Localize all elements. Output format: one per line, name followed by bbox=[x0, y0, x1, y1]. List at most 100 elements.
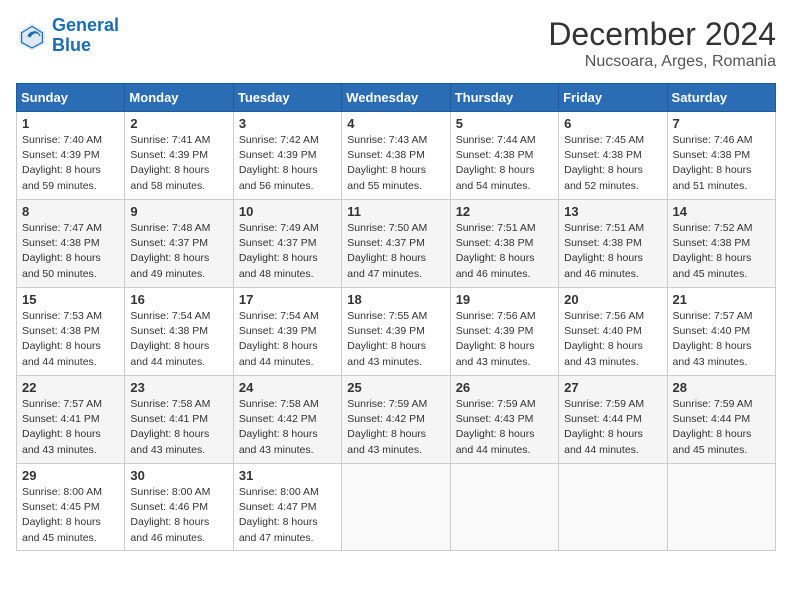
calendar-cell: 13Sunrise: 7:51 AMSunset: 4:38 PMDayligh… bbox=[559, 200, 667, 288]
day-of-week-header: Thursday bbox=[450, 84, 558, 112]
day-info: Sunrise: 7:53 AMSunset: 4:38 PMDaylight:… bbox=[22, 309, 119, 370]
day-number: 25 bbox=[347, 380, 444, 395]
calendar-cell: 23 Sunrise: 7:58 AMSunset: 4:41 PMDayligh… bbox=[125, 376, 233, 464]
day-number: 24 bbox=[239, 380, 336, 395]
calendar-cell bbox=[342, 464, 450, 551]
day-info: Sunrise: 7:41 AMSunset: 4:39 PMDaylight:… bbox=[130, 133, 227, 194]
day-number: 17 bbox=[239, 292, 336, 307]
calendar-cell: 16 Sunrise: 7:54 AMSunset: 4:38 PMDayligh… bbox=[125, 288, 233, 376]
calendar-cell: 25 Sunrise: 7:59 AMSunset: 4:42 PMDayligh… bbox=[342, 376, 450, 464]
day-info: Sunrise: 7:50 AMSunset: 4:37 PMDaylight:… bbox=[347, 221, 444, 282]
day-info: Sunrise: 7:52 AMSunset: 4:38 PMDaylight:… bbox=[673, 221, 770, 282]
calendar-cell: 14 Sunrise: 7:52 AMSunset: 4:38 PMDayligh… bbox=[667, 200, 775, 288]
calendar-cell: 15 Sunrise: 7:53 AMSunset: 4:38 PMDayligh… bbox=[17, 288, 125, 376]
day-info: Sunrise: 7:51 AMSunset: 4:38 PMDaylight:… bbox=[456, 221, 553, 282]
day-number: 16 bbox=[130, 292, 227, 307]
calendar-cell: 19 Sunrise: 7:56 AMSunset: 4:39 PMDayligh… bbox=[450, 288, 558, 376]
day-number: 27 bbox=[564, 380, 661, 395]
calendar-cell: 8Sunrise: 7:47 AMSunset: 4:38 PMDaylight… bbox=[17, 200, 125, 288]
day-number: 18 bbox=[347, 292, 444, 307]
logo-text: General Blue bbox=[52, 16, 119, 56]
day-info: Sunrise: 7:56 AMSunset: 4:39 PMDaylight:… bbox=[456, 309, 553, 370]
day-info: Sunrise: 7:46 AMSunset: 4:38 PMDaylight:… bbox=[673, 133, 770, 194]
day-info: Sunrise: 7:57 AMSunset: 4:41 PMDaylight:… bbox=[22, 397, 119, 458]
day-info: Sunrise: 7:57 AMSunset: 4:40 PMDaylight:… bbox=[673, 309, 770, 370]
day-number: 19 bbox=[456, 292, 553, 307]
day-number: 9 bbox=[130, 204, 227, 219]
day-number: 26 bbox=[456, 380, 553, 395]
day-number: 23 bbox=[130, 380, 227, 395]
calendar-cell: 10 Sunrise: 7:49 AMSunset: 4:37 PMDayligh… bbox=[233, 200, 341, 288]
day-number: 6 bbox=[564, 116, 661, 131]
calendar-cell: 28 Sunrise: 7:59 AMSunset: 4:44 PMDayligh… bbox=[667, 376, 775, 464]
day-number: 31 bbox=[239, 468, 336, 483]
calendar-cell: 27 Sunrise: 7:59 AMSunset: 4:44 PMDayligh… bbox=[559, 376, 667, 464]
calendar-cell: 22Sunrise: 7:57 AMSunset: 4:41 PMDayligh… bbox=[17, 376, 125, 464]
day-info: Sunrise: 7:54 AMSunset: 4:39 PMDaylight:… bbox=[239, 309, 336, 370]
location: Nucsoara, Arges, Romania bbox=[548, 53, 776, 71]
day-number: 30 bbox=[130, 468, 227, 483]
page-header: General Blue December 2024 Nucsoara, Arg… bbox=[16, 16, 776, 71]
day-info: Sunrise: 7:59 AMSunset: 4:44 PMDaylight:… bbox=[564, 397, 661, 458]
day-number: 10 bbox=[239, 204, 336, 219]
day-number: 15 bbox=[22, 292, 119, 307]
calendar-cell: 4 Sunrise: 7:43 AMSunset: 4:38 PMDaylight… bbox=[342, 112, 450, 200]
day-number: 28 bbox=[673, 380, 770, 395]
calendar-header-row: SundayMondayTuesdayWednesdayThursdayFrid… bbox=[17, 84, 776, 112]
calendar-cell: 6 Sunrise: 7:45 AMSunset: 4:38 PMDaylight… bbox=[559, 112, 667, 200]
day-info: Sunrise: 7:43 AMSunset: 4:38 PMDaylight:… bbox=[347, 133, 444, 194]
calendar-cell: 12 Sunrise: 7:51 AMSunset: 4:38 PMDayligh… bbox=[450, 200, 558, 288]
day-info: Sunrise: 7:59 AMSunset: 4:42 PMDaylight:… bbox=[347, 397, 444, 458]
day-number: 29 bbox=[22, 468, 119, 483]
day-info: Sunrise: 7:59 AMSunset: 4:43 PMDaylight:… bbox=[456, 397, 553, 458]
calendar-cell: 30 Sunrise: 8:00 AMSunset: 4:46 PMDayligh… bbox=[125, 464, 233, 551]
day-number: 1 bbox=[22, 116, 119, 131]
day-info: Sunrise: 7:44 AMSunset: 4:38 PMDaylight:… bbox=[456, 133, 553, 194]
day-number: 13 bbox=[564, 204, 661, 219]
calendar-cell: 9Sunrise: 7:48 AMSunset: 4:37 PMDaylight… bbox=[125, 200, 233, 288]
day-number: 2 bbox=[130, 116, 227, 131]
calendar-cell bbox=[450, 464, 558, 551]
day-info: Sunrise: 7:59 AMSunset: 4:44 PMDaylight:… bbox=[673, 397, 770, 458]
calendar-cell: 17 Sunrise: 7:54 AMSunset: 4:39 PMDayligh… bbox=[233, 288, 341, 376]
day-number: 4 bbox=[347, 116, 444, 131]
calendar-cell bbox=[559, 464, 667, 551]
day-info: Sunrise: 7:40 AMSunset: 4:39 PMDaylight:… bbox=[22, 133, 119, 194]
day-info: Sunrise: 7:58 AMSunset: 4:41 PMDaylight:… bbox=[130, 397, 227, 458]
day-number: 7 bbox=[673, 116, 770, 131]
calendar-cell: 11 Sunrise: 7:50 AMSunset: 4:37 PMDayligh… bbox=[342, 200, 450, 288]
day-of-week-header: Tuesday bbox=[233, 84, 341, 112]
day-number: 21 bbox=[673, 292, 770, 307]
logo-icon bbox=[16, 20, 48, 52]
day-info: Sunrise: 7:47 AMSunset: 4:38 PMDaylight:… bbox=[22, 221, 119, 282]
day-info: Sunrise: 7:54 AMSunset: 4:38 PMDaylight:… bbox=[130, 309, 227, 370]
day-of-week-header: Monday bbox=[125, 84, 233, 112]
day-of-week-header: Friday bbox=[559, 84, 667, 112]
calendar-cell: 7 Sunrise: 7:46 AMSunset: 4:38 PMDaylight… bbox=[667, 112, 775, 200]
calendar-cell: 24Sunrise: 7:58 AMSunset: 4:42 PMDayligh… bbox=[233, 376, 341, 464]
day-number: 14 bbox=[673, 204, 770, 219]
calendar-cell: 20Sunrise: 7:56 AMSunset: 4:40 PMDayligh… bbox=[559, 288, 667, 376]
day-number: 20 bbox=[564, 292, 661, 307]
calendar-cell: 29 Sunrise: 8:00 AMSunset: 4:45 PMDayligh… bbox=[17, 464, 125, 551]
calendar-cell: 18 Sunrise: 7:55 AMSunset: 4:39 PMDayligh… bbox=[342, 288, 450, 376]
calendar-table: SundayMondayTuesdayWednesdayThursdayFrid… bbox=[16, 83, 776, 551]
day-number: 12 bbox=[456, 204, 553, 219]
day-info: Sunrise: 8:00 AMSunset: 4:45 PMDaylight:… bbox=[22, 485, 119, 546]
title-block: December 2024 Nucsoara, Arges, Romania bbox=[548, 16, 776, 71]
day-info: Sunrise: 7:42 AMSunset: 4:39 PMDaylight:… bbox=[239, 133, 336, 194]
day-number: 11 bbox=[347, 204, 444, 219]
day-info: Sunrise: 7:55 AMSunset: 4:39 PMDaylight:… bbox=[347, 309, 444, 370]
day-number: 3 bbox=[239, 116, 336, 131]
calendar-cell bbox=[667, 464, 775, 551]
month-title: December 2024 bbox=[548, 16, 776, 53]
day-info: Sunrise: 8:00 AMSunset: 4:47 PMDaylight:… bbox=[239, 485, 336, 546]
day-info: Sunrise: 7:45 AMSunset: 4:38 PMDaylight:… bbox=[564, 133, 661, 194]
day-of-week-header: Wednesday bbox=[342, 84, 450, 112]
day-number: 5 bbox=[456, 116, 553, 131]
day-info: Sunrise: 7:49 AMSunset: 4:37 PMDaylight:… bbox=[239, 221, 336, 282]
calendar-cell: 5 Sunrise: 7:44 AMSunset: 4:38 PMDaylight… bbox=[450, 112, 558, 200]
calendar-cell: 2 Sunrise: 7:41 AMSunset: 4:39 PMDaylight… bbox=[125, 112, 233, 200]
calendar-cell: 1 Sunrise: 7:40 AMSunset: 4:39 PMDaylight… bbox=[17, 112, 125, 200]
day-info: Sunrise: 8:00 AMSunset: 4:46 PMDaylight:… bbox=[130, 485, 227, 546]
